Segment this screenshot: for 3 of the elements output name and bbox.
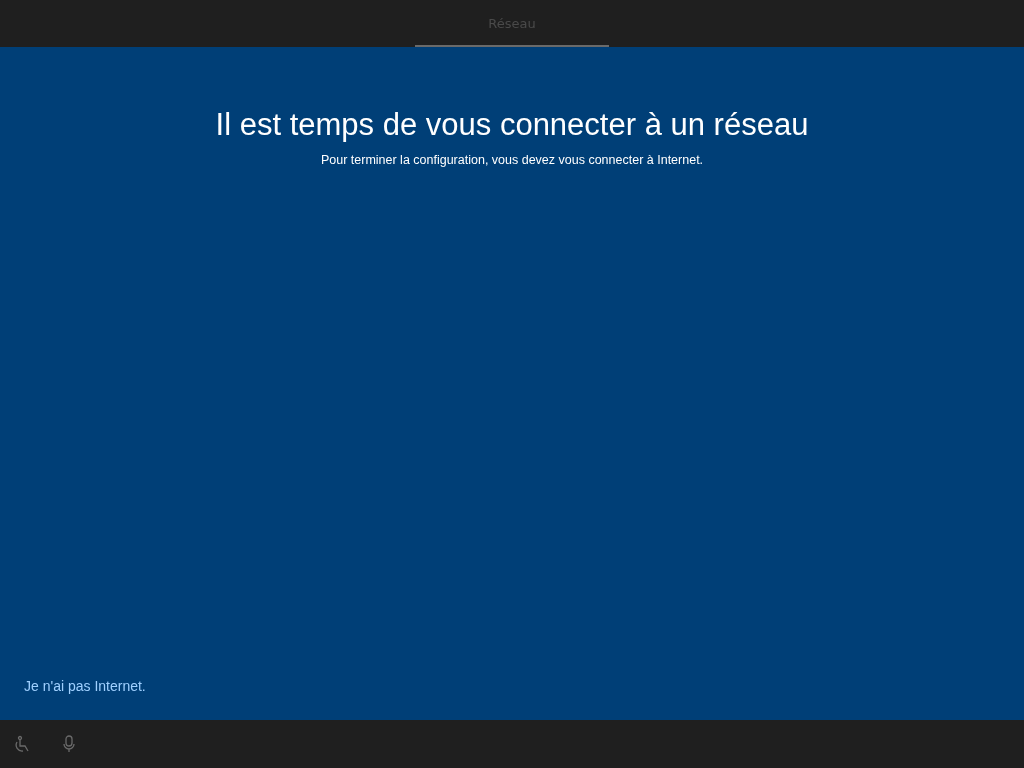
page-subtitle: Pour terminer la configuration, vous devez vous connecter à Internet. (320, 153, 704, 167)
page-heading: Il est temps de vous connecter à un réseau (215, 107, 809, 143)
no-internet-link[interactable]: Je n'ai pas Internet. (24, 678, 146, 694)
